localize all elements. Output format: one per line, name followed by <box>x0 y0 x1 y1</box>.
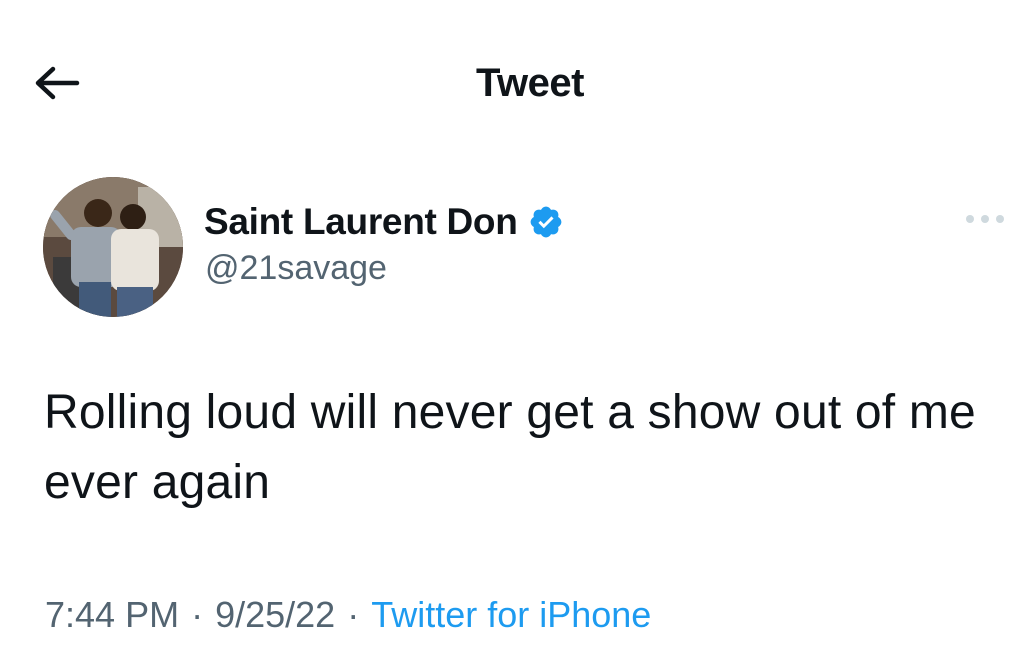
separator-dot: · <box>191 594 204 635</box>
avatar[interactable] <box>43 177 183 317</box>
more-options-button[interactable] <box>960 204 1010 234</box>
tweet-text: Rolling loud will never get a show out o… <box>44 386 976 509</box>
author-handle[interactable]: @21savage <box>205 249 387 288</box>
tweet-time: 7:44 PM <box>45 594 180 635</box>
verified-badge-icon <box>528 204 564 240</box>
author-name-row[interactable]: Saint Laurent Don <box>204 198 564 246</box>
separator-dot: · <box>347 594 360 635</box>
more-horizontal-icon <box>966 215 1004 223</box>
tweet-metadata: 7:44 PM · 9/25/22 · Twitter for iPhone <box>45 594 651 636</box>
tweet-source-link[interactable]: Twitter for iPhone <box>371 594 651 636</box>
top-bar: Tweet <box>0 0 1024 160</box>
tweet-date: 9/25/22 <box>215 594 336 635</box>
page-title: Tweet <box>476 61 584 105</box>
author-display-name: Saint Laurent Don <box>204 201 518 242</box>
avatar-photo <box>43 177 183 317</box>
